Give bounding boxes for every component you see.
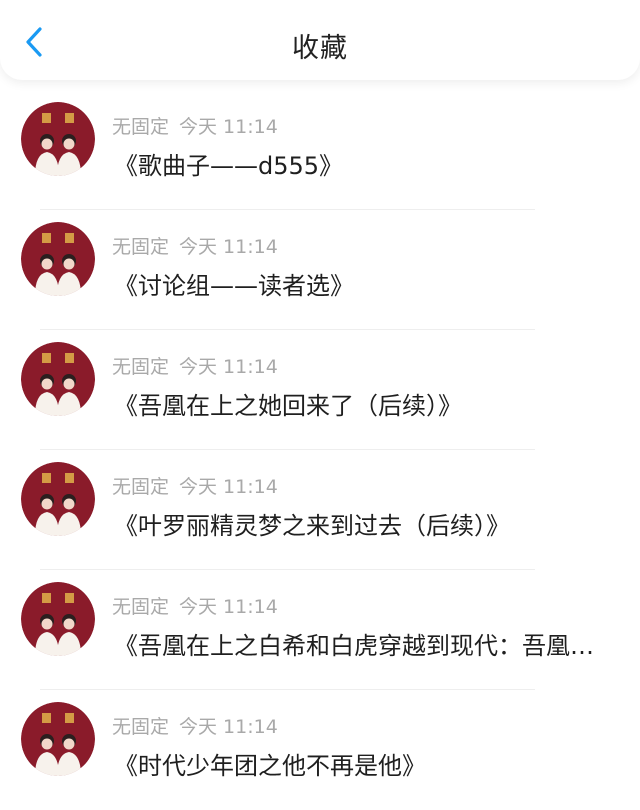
- avatar: [21, 102, 95, 176]
- timestamp: 今天 11:14: [179, 356, 278, 378]
- item-title: 《叶罗丽精灵梦之来到过去（后续）》: [114, 512, 510, 540]
- author-name: 无固定: [112, 116, 170, 138]
- item-meta: 无固定 今天 11:14: [112, 232, 278, 259]
- avatar: [21, 702, 95, 776]
- page-title: 收藏: [292, 33, 348, 64]
- item-meta: 无固定 今天 11:14: [112, 352, 278, 379]
- item-title: 《歌曲子——d555》: [114, 152, 344, 180]
- author-name: 无固定: [112, 716, 170, 738]
- item-meta: 无固定 今天 11:14: [112, 472, 278, 499]
- navigation-bar: 收藏: [0, 0, 640, 80]
- author-name: 无固定: [112, 596, 170, 618]
- timestamp: 今天 11:14: [179, 716, 278, 738]
- timestamp: 今天 11:14: [179, 236, 278, 258]
- item-title: 《讨论组——读者选》: [114, 272, 354, 300]
- list-item[interactable]: 无固定 今天 11:14 《吾凰在上之她回来了（后续）》: [0, 330, 640, 450]
- item-meta: 无固定 今天 11:14: [112, 112, 278, 139]
- item-meta: 无固定 今天 11:14: [112, 592, 278, 619]
- timestamp: 今天 11:14: [179, 596, 278, 618]
- author-name: 无固定: [112, 356, 170, 378]
- author-name: 无固定: [112, 476, 170, 498]
- item-meta: 无固定 今天 11:14: [112, 712, 278, 739]
- list-item[interactable]: 无固定 今天 11:14 《歌曲子——d555》: [0, 90, 640, 210]
- avatar: [21, 222, 95, 296]
- list-item[interactable]: 无固定 今天 11:14 《吾凰在上之白希和白虎穿越到现代：吾凰…: [0, 570, 640, 690]
- item-title: 《吾凰在上之白希和白虎穿越到现代：吾凰…: [114, 632, 594, 660]
- avatar: [21, 582, 95, 656]
- favorites-list: 无固定 今天 11:14 《歌曲子——d555》 无固定 今天 11:14 《讨论组…: [0, 90, 640, 810]
- list-item[interactable]: 无固定 今天 11:14 《讨论组——读者选》: [0, 210, 640, 330]
- author-name: 无固定: [112, 236, 170, 258]
- item-title: 《时代少年团之他不再是他》: [114, 752, 426, 780]
- item-title: 《吾凰在上之她回来了（后续）》: [114, 392, 462, 420]
- timestamp: 今天 11:14: [179, 476, 278, 498]
- avatar: [21, 462, 95, 536]
- list-item[interactable]: 无固定 今天 11:14 《叶罗丽精灵梦之来到过去（后续）》: [0, 450, 640, 570]
- timestamp: 今天 11:14: [179, 116, 278, 138]
- list-item[interactable]: 无固定 今天 11:14 《时代少年团之他不再是他》: [0, 690, 640, 810]
- avatar: [21, 342, 95, 416]
